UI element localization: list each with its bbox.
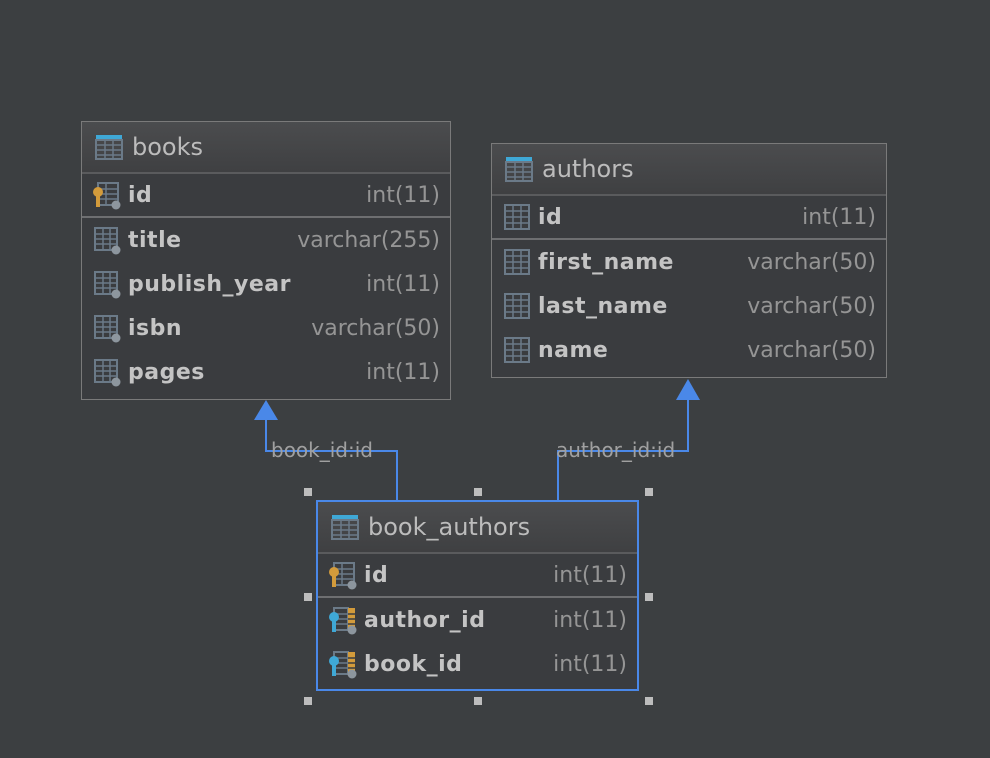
column-name: isbn: [128, 315, 183, 341]
table-icon: [94, 132, 124, 162]
column-type: int(11): [553, 607, 627, 633]
column-name: id: [128, 182, 153, 208]
column-row[interactable]: publish_year int(11): [82, 262, 450, 306]
foreign-key-column-icon: [328, 605, 358, 635]
arrow-head-authors: [676, 379, 700, 400]
primary-key-column-icon: [328, 560, 358, 590]
column-name: author_id: [364, 607, 486, 633]
column-row[interactable]: book_id int(11): [318, 642, 637, 686]
column-name: title: [128, 227, 182, 253]
resize-handle-top[interactable]: [474, 488, 482, 496]
column-icon: [502, 247, 532, 277]
column-row[interactable]: id int(11): [318, 554, 637, 598]
column-type: int(11): [553, 562, 627, 588]
column-icon: [92, 313, 122, 343]
column-type: int(11): [553, 651, 627, 677]
column-icon: [502, 202, 532, 232]
column-row[interactable]: first_name varchar(50): [492, 240, 886, 284]
table-book-authors[interactable]: book_authors id int(11) author_id int(11…: [316, 500, 639, 691]
column-icon: [92, 269, 122, 299]
column-icon: [502, 291, 532, 321]
resize-handle-top-left[interactable]: [304, 488, 312, 496]
column-icon: [92, 225, 122, 255]
table-name: book_authors: [368, 513, 531, 541]
column-type: varchar(50): [747, 337, 876, 363]
table-authors[interactable]: authors id int(11) first_name varchar(50…: [491, 143, 887, 378]
column-name: name: [538, 337, 609, 363]
table-name: authors: [542, 155, 634, 183]
arrow-head-books: [254, 400, 278, 420]
column-type: int(11): [802, 204, 876, 230]
column-row[interactable]: id int(11): [82, 174, 450, 218]
column-row[interactable]: pages int(11): [82, 350, 450, 394]
column-name: book_id: [364, 651, 463, 677]
column-name: publish_year: [128, 271, 291, 297]
column-name: pages: [128, 359, 205, 385]
column-name: id: [538, 204, 563, 230]
column-type: varchar(255): [297, 227, 440, 253]
column-row[interactable]: name varchar(50): [492, 328, 886, 372]
column-name: id: [364, 562, 389, 588]
relation-label-book-id: book_id:id: [271, 438, 373, 462]
foreign-key-column-icon: [328, 649, 358, 679]
column-row[interactable]: author_id int(11): [318, 598, 637, 642]
column-row[interactable]: last_name varchar(50): [492, 284, 886, 328]
table-header: authors: [492, 144, 886, 196]
resize-handle-right[interactable]: [645, 593, 653, 601]
resize-handle-top-right[interactable]: [645, 488, 653, 496]
table-books[interactable]: books id int(11) title varchar(255) publ…: [81, 121, 451, 400]
resize-handle-left[interactable]: [304, 593, 312, 601]
resize-handle-bottom-right[interactable]: [645, 697, 653, 705]
column-icon: [502, 335, 532, 365]
column-row[interactable]: isbn varchar(50): [82, 306, 450, 350]
column-row[interactable]: title varchar(255): [82, 218, 450, 262]
resize-handle-bottom-left[interactable]: [304, 697, 312, 705]
column-row[interactable]: id int(11): [492, 196, 886, 240]
table-icon: [330, 512, 360, 542]
column-type: int(11): [366, 182, 440, 208]
resize-handle-bottom[interactable]: [474, 697, 482, 705]
column-type: int(11): [366, 271, 440, 297]
column-name: last_name: [538, 293, 668, 319]
column-icon: [92, 357, 122, 387]
table-name: books: [132, 133, 204, 161]
column-type: int(11): [366, 359, 440, 385]
column-name: first_name: [538, 249, 674, 275]
table-icon: [504, 154, 534, 184]
column-type: varchar(50): [747, 249, 876, 275]
column-type: varchar(50): [747, 293, 876, 319]
table-header: books: [82, 122, 450, 174]
primary-key-column-icon: [92, 180, 122, 210]
column-type: varchar(50): [311, 315, 440, 341]
relation-label-author-id: author_id:id: [556, 438, 676, 462]
table-header: book_authors: [318, 502, 637, 554]
